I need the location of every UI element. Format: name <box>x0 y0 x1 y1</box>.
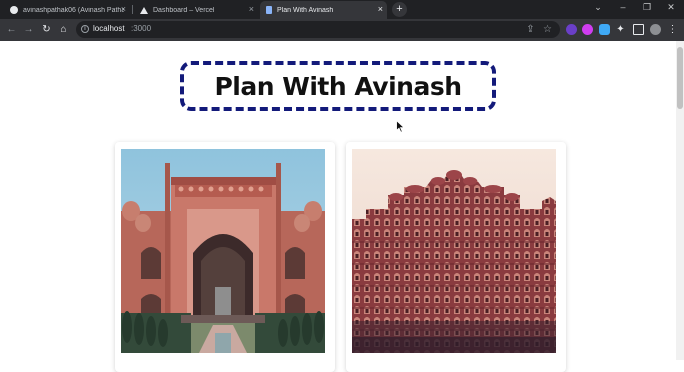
taj-mahal-gate-photo <box>121 149 325 353</box>
info-icon[interactable]: i <box>81 25 89 33</box>
github-icon <box>10 6 18 14</box>
url-host: localhost <box>93 24 125 33</box>
back-icon[interactable]: ← <box>5 23 18 36</box>
restore-icon[interactable]: ❐ <box>640 2 654 13</box>
tab-search-icon[interactable]: ⌄ <box>591 2 605 13</box>
forward-icon[interactable]: → <box>22 23 35 36</box>
scrollbar-thumb[interactable] <box>677 47 683 109</box>
browser-toolbar: ← → ↻ ⌂ i localhost :3000 ⇪ ☆ ✦ ⋮ <box>0 19 684 41</box>
extension-icon[interactable] <box>566 24 577 35</box>
page-icon <box>266 6 272 14</box>
tab-label: Dashboard – Vercel <box>153 6 215 14</box>
address-bar[interactable]: i localhost :3000 ⇪ ☆ <box>76 21 560 38</box>
page-viewport: Plan With Avinash <box>0 41 676 372</box>
tab-github[interactable]: avinashpathak06 (Avinash Pathak) × <box>4 1 130 19</box>
home-icon[interactable]: ⌂ <box>57 23 70 36</box>
extension-icon[interactable] <box>599 24 610 35</box>
new-tab-button[interactable]: + <box>392 2 407 17</box>
scrollbar[interactable] <box>676 41 684 360</box>
tab-strip: avinashpathak06 (Avinash Pathak) × Dashb… <box>0 0 684 19</box>
page-title: Plan With Avinash <box>214 71 462 101</box>
close-window-icon[interactable]: ✕ <box>664 2 678 13</box>
tab-plan-with-avinash[interactable]: Plan With Avinash × <box>260 1 387 19</box>
hawa-mahal-photo <box>352 149 556 353</box>
share-icon[interactable]: ⇪ <box>524 23 537 36</box>
mouse-cursor-icon <box>396 120 405 133</box>
tour-card[interactable] <box>115 142 335 372</box>
vercel-icon <box>140 6 148 14</box>
title-banner: Plan With Avinash <box>180 61 496 111</box>
tab-vercel[interactable]: Dashboard – Vercel × <box>134 1 258 19</box>
close-icon[interactable]: × <box>378 4 383 14</box>
avatar[interactable] <box>650 24 661 35</box>
tab-label: avinashpathak06 (Avinash Pathak) <box>23 6 124 14</box>
minimize-icon[interactable]: – <box>616 2 630 12</box>
tour-card[interactable] <box>346 142 566 372</box>
reload-icon[interactable]: ↻ <box>40 23 53 36</box>
close-icon[interactable]: × <box>121 4 126 14</box>
close-icon[interactable]: × <box>249 4 254 14</box>
menu-icon[interactable]: ⋮ <box>666 23 679 36</box>
bookmark-star-icon[interactable]: ☆ <box>541 23 554 36</box>
tab-label: Plan With Avinash <box>277 6 334 14</box>
side-panel-icon[interactable] <box>633 24 644 35</box>
extension-icon[interactable] <box>582 24 593 35</box>
url-port: :3000 <box>131 24 152 33</box>
tab-divider <box>132 5 133 14</box>
puzzle-icon[interactable]: ✦ <box>614 23 627 36</box>
